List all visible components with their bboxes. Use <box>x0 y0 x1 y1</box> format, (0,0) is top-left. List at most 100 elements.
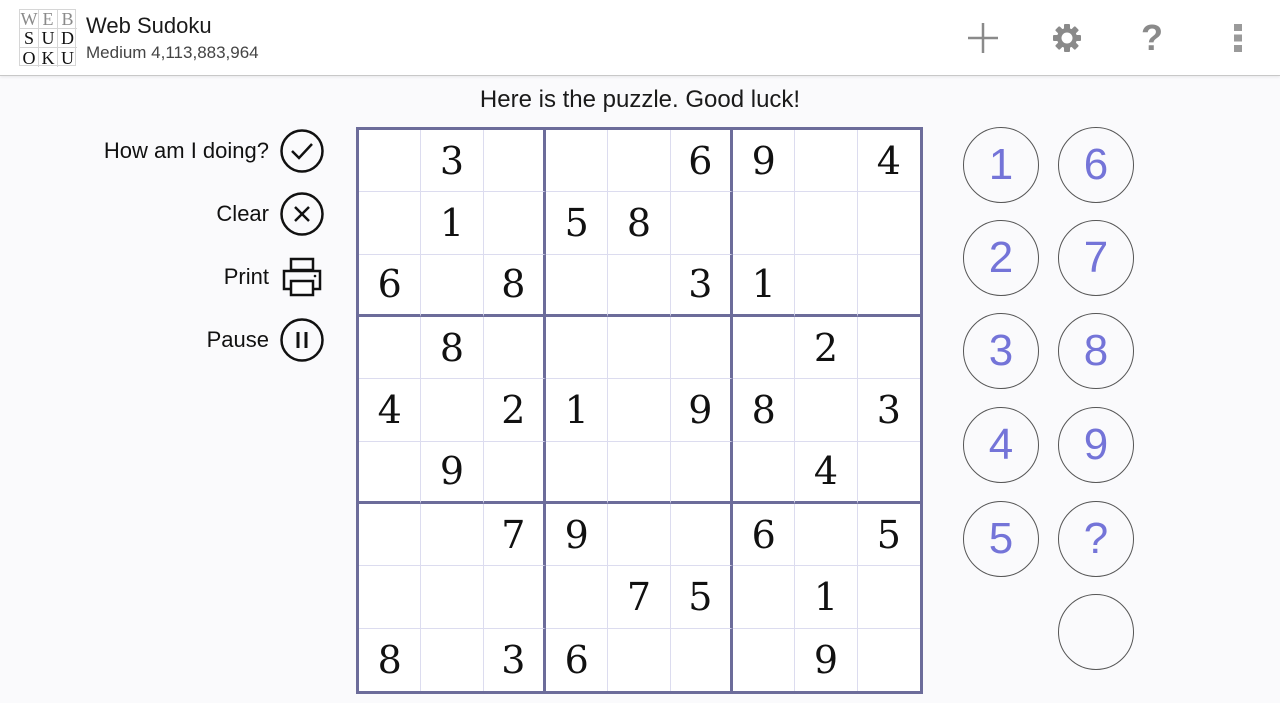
sudoku-cell[interactable] <box>421 628 484 691</box>
number-pad-button[interactable]: 3 <box>963 313 1039 389</box>
sudoku-cell[interactable] <box>732 441 796 504</box>
number-pad-button[interactable]: 2 <box>963 220 1039 296</box>
sudoku-cell[interactable] <box>608 254 671 317</box>
sudoku-cell[interactable] <box>421 503 484 567</box>
new-puzzle-button[interactable] <box>963 18 1003 58</box>
sudoku-cell[interactable]: 8 <box>608 192 671 255</box>
sudoku-cell[interactable]: 9 <box>670 379 733 442</box>
sudoku-cell[interactable]: 8 <box>483 254 546 317</box>
sudoku-cell[interactable]: 8 <box>732 379 796 442</box>
sudoku-cell[interactable]: 8 <box>421 316 484 380</box>
sudoku-cell[interactable] <box>483 566 546 629</box>
help-button[interactable]: ? <box>1132 17 1172 58</box>
sudoku-cell[interactable] <box>608 379 671 442</box>
sudoku-cell[interactable] <box>545 316 609 380</box>
number-pad-button[interactable]: 4 <box>963 407 1039 483</box>
sudoku-cell[interactable] <box>545 254 609 317</box>
sudoku-cell[interactable]: 5 <box>545 192 609 255</box>
sudoku-cell[interactable] <box>545 441 609 504</box>
erase-button[interactable] <box>1058 594 1134 670</box>
sudoku-cell[interactable] <box>421 379 484 442</box>
sudoku-cell[interactable]: 5 <box>857 504 920 567</box>
sudoku-cell[interactable] <box>857 317 920 380</box>
sudoku-cell[interactable] <box>421 566 484 629</box>
sudoku-cell[interactable] <box>483 441 546 504</box>
sudoku-cell[interactable] <box>795 254 858 317</box>
sudoku-cell[interactable]: 3 <box>421 130 484 193</box>
sudoku-cell[interactable]: 3 <box>857 379 920 442</box>
sudoku-cell[interactable] <box>857 192 920 255</box>
sudoku-cell[interactable] <box>608 316 671 380</box>
print-button[interactable]: Print <box>224 255 325 299</box>
sudoku-cell[interactable] <box>670 192 733 255</box>
sudoku-cell[interactable]: 1 <box>545 379 609 442</box>
clear-button[interactable]: Clear <box>216 192 325 236</box>
sudoku-cell[interactable] <box>795 192 858 255</box>
sudoku-cell[interactable]: 2 <box>795 316 858 380</box>
sudoku-cell[interactable] <box>670 441 733 504</box>
sudoku-cell[interactable] <box>483 316 546 380</box>
sudoku-cell[interactable]: 4 <box>795 441 858 504</box>
sudoku-cell[interactable]: 7 <box>483 503 546 567</box>
sudoku-cell[interactable] <box>483 130 546 193</box>
sudoku-cell[interactable] <box>733 628 796 691</box>
sudoku-cell[interactable]: 4 <box>359 379 422 442</box>
number-pad-button[interactable]: 8 <box>1058 313 1134 389</box>
sudoku-cell[interactable]: 3 <box>484 628 546 691</box>
sudoku-cell[interactable]: 6 <box>359 254 422 317</box>
sudoku-cell[interactable] <box>732 566 796 629</box>
sudoku-cell[interactable]: 3 <box>670 254 733 317</box>
overflow-menu-button[interactable] <box>1218 18 1258 58</box>
sudoku-cell[interactable]: 1 <box>421 192 484 255</box>
how-am-i-doing-button[interactable]: How am I doing? <box>104 129 325 173</box>
sudoku-cell[interactable]: 6 <box>546 628 609 691</box>
sudoku-cell[interactable] <box>608 503 671 567</box>
sudoku-cell[interactable] <box>359 566 422 629</box>
sudoku-cell[interactable] <box>608 441 671 504</box>
sudoku-cell[interactable] <box>857 566 920 629</box>
pause-button[interactable]: Pause <box>207 318 325 362</box>
sudoku-cell[interactable] <box>359 316 422 380</box>
sudoku-cell[interactable]: 6 <box>732 503 796 567</box>
hint-button[interactable]: ? <box>1058 501 1134 577</box>
sudoku-cell[interactable]: 1 <box>732 254 796 317</box>
sudoku-cell[interactable]: 7 <box>608 566 671 629</box>
sudoku-cell[interactable] <box>670 316 733 380</box>
sudoku-cell[interactable] <box>421 254 484 317</box>
sudoku-cell[interactable]: 9 <box>421 441 484 504</box>
number-pad-button[interactable]: 7 <box>1058 220 1134 296</box>
sudoku-cell[interactable] <box>608 130 671 193</box>
number-pad-button[interactable]: 9 <box>1058 407 1134 483</box>
sudoku-cell[interactable] <box>670 503 733 567</box>
number-pad-button[interactable]: 1 <box>963 127 1039 203</box>
sudoku-cell[interactable] <box>483 192 546 255</box>
sudoku-cell[interactable]: 2 <box>483 379 546 442</box>
sudoku-cell[interactable] <box>359 441 422 504</box>
number-pad-button[interactable]: 6 <box>1058 127 1134 203</box>
sudoku-cell[interactable] <box>359 192 422 255</box>
sudoku-cell[interactable] <box>795 130 858 193</box>
sudoku-cell[interactable] <box>545 130 609 193</box>
sudoku-cell[interactable] <box>858 629 920 691</box>
sudoku-cell[interactable]: 5 <box>670 566 733 629</box>
sudoku-cell[interactable] <box>795 379 858 442</box>
sudoku-cell[interactable]: 9 <box>545 503 609 567</box>
sudoku-cell[interactable]: 8 <box>359 628 422 691</box>
sudoku-cell[interactable] <box>795 503 858 567</box>
settings-button[interactable] <box>1047 18 1087 58</box>
sudoku-cell[interactable] <box>671 628 733 691</box>
sudoku-cell[interactable] <box>857 255 920 317</box>
sudoku-cell[interactable] <box>608 628 671 691</box>
number-pad-button[interactable]: 5 <box>963 501 1039 577</box>
sudoku-cell[interactable] <box>359 503 422 567</box>
sudoku-cell[interactable]: 6 <box>670 130 733 193</box>
sudoku-cell[interactable]: 1 <box>795 566 858 629</box>
sudoku-cell[interactable] <box>359 130 422 193</box>
sudoku-cell[interactable] <box>732 192 796 255</box>
sudoku-cell[interactable]: 4 <box>857 130 920 193</box>
sudoku-cell[interactable] <box>545 566 609 629</box>
sudoku-cell[interactable]: 9 <box>795 628 858 691</box>
sudoku-cell[interactable]: 9 <box>732 130 796 193</box>
sudoku-cell[interactable] <box>732 316 796 380</box>
sudoku-cell[interactable] <box>857 442 920 504</box>
